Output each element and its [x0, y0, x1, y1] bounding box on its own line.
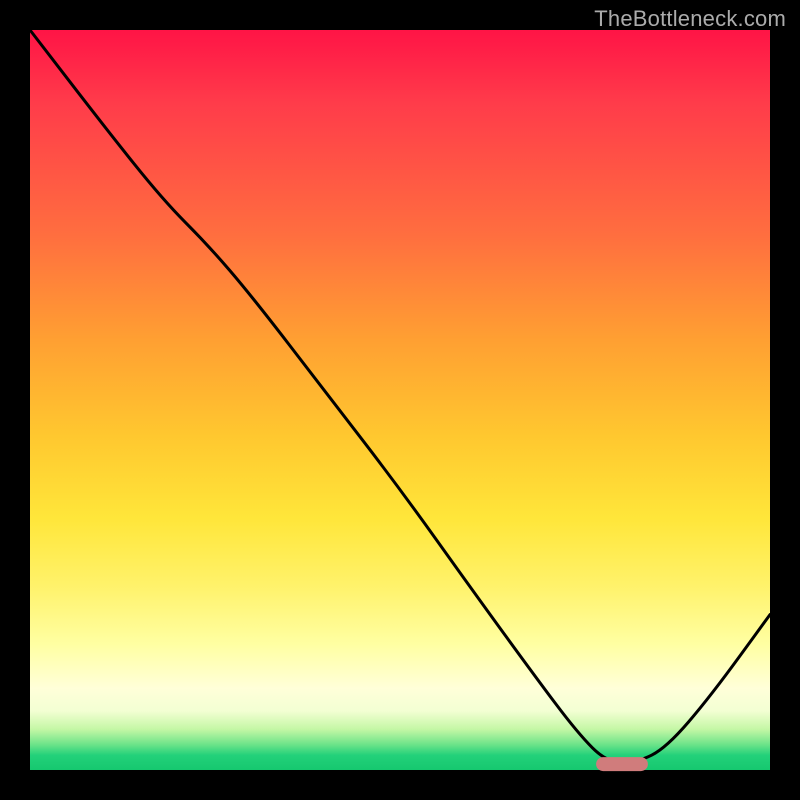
bottleneck-curve [30, 30, 770, 763]
optimal-range-marker [596, 757, 648, 771]
chart-plot-area [30, 30, 770, 770]
watermark-text: TheBottleneck.com [594, 6, 786, 32]
chart-svg [30, 30, 770, 770]
chart-frame: TheBottleneck.com [0, 0, 800, 800]
